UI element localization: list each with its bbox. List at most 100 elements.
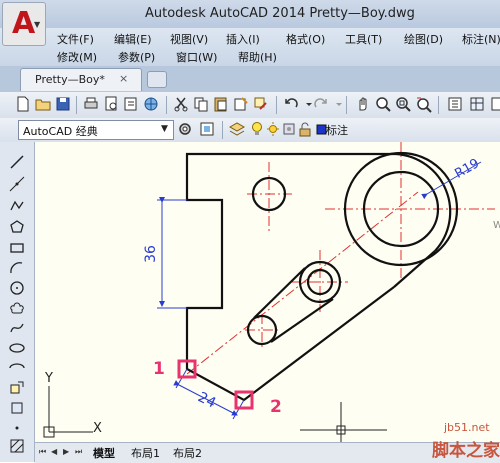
- new-file-icon[interactable]: [14, 95, 32, 113]
- layer-properties-icon[interactable]: [228, 120, 246, 138]
- arc-icon[interactable]: [9, 260, 25, 276]
- globe-icon[interactable]: [142, 95, 160, 113]
- viewport-freeze-icon[interactable]: [280, 120, 295, 138]
- drawing-svg: 36 24 R19 1 2 Y X W: [43, 142, 500, 442]
- first-layout-icon[interactable]: ⏮: [39, 447, 48, 457]
- menu-window[interactable]: 窗口(W): [176, 49, 217, 65]
- chevron-down-icon: ▼: [34, 20, 41, 29]
- make-block-icon[interactable]: [9, 400, 25, 416]
- ellipse-icon[interactable]: [9, 340, 25, 356]
- marker-label-1: 1: [153, 359, 165, 379]
- next-layout-icon[interactable]: ▶: [63, 447, 72, 457]
- revision-cloud-icon[interactable]: [9, 300, 25, 316]
- point-icon[interactable]: [9, 420, 25, 436]
- current-layer-name[interactable]: 标注: [326, 122, 348, 138]
- print-preview-icon[interactable]: [102, 95, 120, 113]
- redo-icon[interactable]: [312, 95, 330, 113]
- window-title: Autodesk AutoCAD 2014 Pretty—Boy.dwg: [145, 6, 415, 21]
- standard-toolbar: [0, 92, 500, 119]
- watermark-brand: 脚本之家: [432, 441, 500, 461]
- zoom-previous-icon[interactable]: [414, 95, 432, 113]
- outline-polyline: [185, 152, 396, 402]
- menu-tools[interactable]: 工具(T): [345, 31, 382, 47]
- tab-layout2[interactable]: 布局2: [173, 445, 202, 461]
- last-layout-icon[interactable]: ⏭: [75, 447, 84, 457]
- print-icon[interactable]: [82, 95, 100, 113]
- line-icon[interactable]: [9, 154, 25, 170]
- marker-label-2: 2: [270, 397, 282, 417]
- crosshair-cursor-icon: [300, 402, 387, 442]
- watermark-url: jb51.net: [444, 421, 490, 434]
- ellipse-arc-icon[interactable]: [9, 360, 25, 376]
- publish-icon[interactable]: [122, 95, 140, 113]
- menu-help[interactable]: 帮助(H): [238, 49, 277, 65]
- cut-icon[interactable]: [172, 95, 190, 113]
- ucs-icon: [43, 386, 93, 438]
- slot-edge-lower: [270, 298, 334, 343]
- workspace-customize-icon[interactable]: [198, 120, 216, 138]
- design-center-icon[interactable]: [468, 95, 486, 113]
- hatch-icon[interactable]: [9, 438, 25, 454]
- new-tab-button[interactable]: [147, 71, 167, 88]
- dimension-r19-label: R19: [452, 156, 482, 182]
- polyline-icon[interactable]: [9, 198, 25, 214]
- spline-icon[interactable]: [9, 320, 25, 336]
- undo-dropdown-icon[interactable]: [300, 95, 312, 113]
- menu-parameters[interactable]: 参数(P): [118, 49, 155, 65]
- lightbulb-on-icon[interactable]: [248, 120, 262, 138]
- draw-toolbar: [0, 142, 35, 462]
- zoom-window-icon[interactable]: [394, 95, 412, 113]
- prev-layout-icon[interactable]: ◀: [51, 447, 60, 457]
- document-tab[interactable]: Pretty—Boy* ×: [20, 68, 142, 91]
- menu-edit[interactable]: 编辑(E): [114, 31, 152, 47]
- centerlines: [186, 142, 495, 375]
- menu-format[interactable]: 格式(O): [286, 31, 325, 47]
- copy-icon[interactable]: [192, 95, 210, 113]
- menu-view[interactable]: 视图(V): [170, 31, 208, 47]
- menu-file[interactable]: 文件(F): [57, 31, 94, 47]
- open-folder-icon[interactable]: [34, 95, 52, 113]
- chevron-down-icon: ▼: [161, 124, 168, 134]
- canvas-edge-w: W: [493, 220, 500, 231]
- paste-icon[interactable]: [212, 95, 230, 113]
- tab-model[interactable]: 模型: [93, 445, 115, 461]
- save-icon[interactable]: [54, 95, 72, 113]
- pan-hand-icon[interactable]: [354, 95, 372, 113]
- drawing-canvas[interactable]: 36 24 R19 1 2 Y X W: [35, 142, 500, 442]
- workspace-settings-gear-icon[interactable]: [176, 120, 194, 138]
- autocad-logo-icon: A: [12, 6, 36, 41]
- workspace-select-value: AutoCAD 经典: [23, 125, 98, 138]
- menu-dimension[interactable]: 标注(N): [462, 31, 500, 47]
- circle-icon[interactable]: [9, 280, 25, 296]
- ucs-y-label: Y: [44, 371, 53, 386]
- tool-palettes-icon[interactable]: [488, 95, 500, 113]
- sun-thaw-icon[interactable]: [264, 120, 279, 138]
- dimension-36-label: 36: [143, 245, 159, 263]
- tab-layout1[interactable]: 布局1: [131, 445, 160, 461]
- block-editor-icon[interactable]: [252, 95, 270, 113]
- workspace-select[interactable]: AutoCAD 经典 ▼: [18, 120, 174, 140]
- title-bar: Autodesk AutoCAD 2014 Pretty—Boy.dwg: [0, 0, 500, 28]
- insert-block-icon[interactable]: [9, 380, 25, 396]
- undo-icon[interactable]: [282, 95, 300, 113]
- lock-open-icon[interactable]: [296, 120, 311, 138]
- properties-icon[interactable]: [446, 95, 464, 113]
- menu-modify[interactable]: 修改(M): [57, 49, 97, 65]
- part-outline: [185, 151, 459, 402]
- document-tab-bar: Pretty—Boy* ×: [0, 66, 500, 92]
- construction-line-icon[interactable]: [9, 176, 25, 192]
- workspace-toolbar: AutoCAD 经典 ▼ 标注: [0, 118, 500, 143]
- application-menu-button[interactable]: A ▼: [2, 2, 46, 46]
- slot-edge-upper: [253, 267, 306, 319]
- close-icon[interactable]: ×: [119, 72, 128, 85]
- match-properties-icon[interactable]: [232, 95, 250, 113]
- polygon-icon[interactable]: [9, 219, 25, 235]
- redo-dropdown-icon[interactable]: [330, 95, 342, 113]
- rectangle-icon[interactable]: [9, 240, 25, 256]
- layout-tab-bar: ⏮ ◀ ▶ ⏭ 模型 布局1 布局2: [35, 442, 500, 463]
- menu-insert[interactable]: 插入(I): [226, 31, 260, 47]
- ucs-x-label: X: [93, 421, 102, 436]
- menu-draw[interactable]: 绘图(D): [404, 31, 443, 47]
- zoom-realtime-icon[interactable]: [374, 95, 392, 113]
- document-tab-label: Pretty—Boy*: [35, 73, 105, 86]
